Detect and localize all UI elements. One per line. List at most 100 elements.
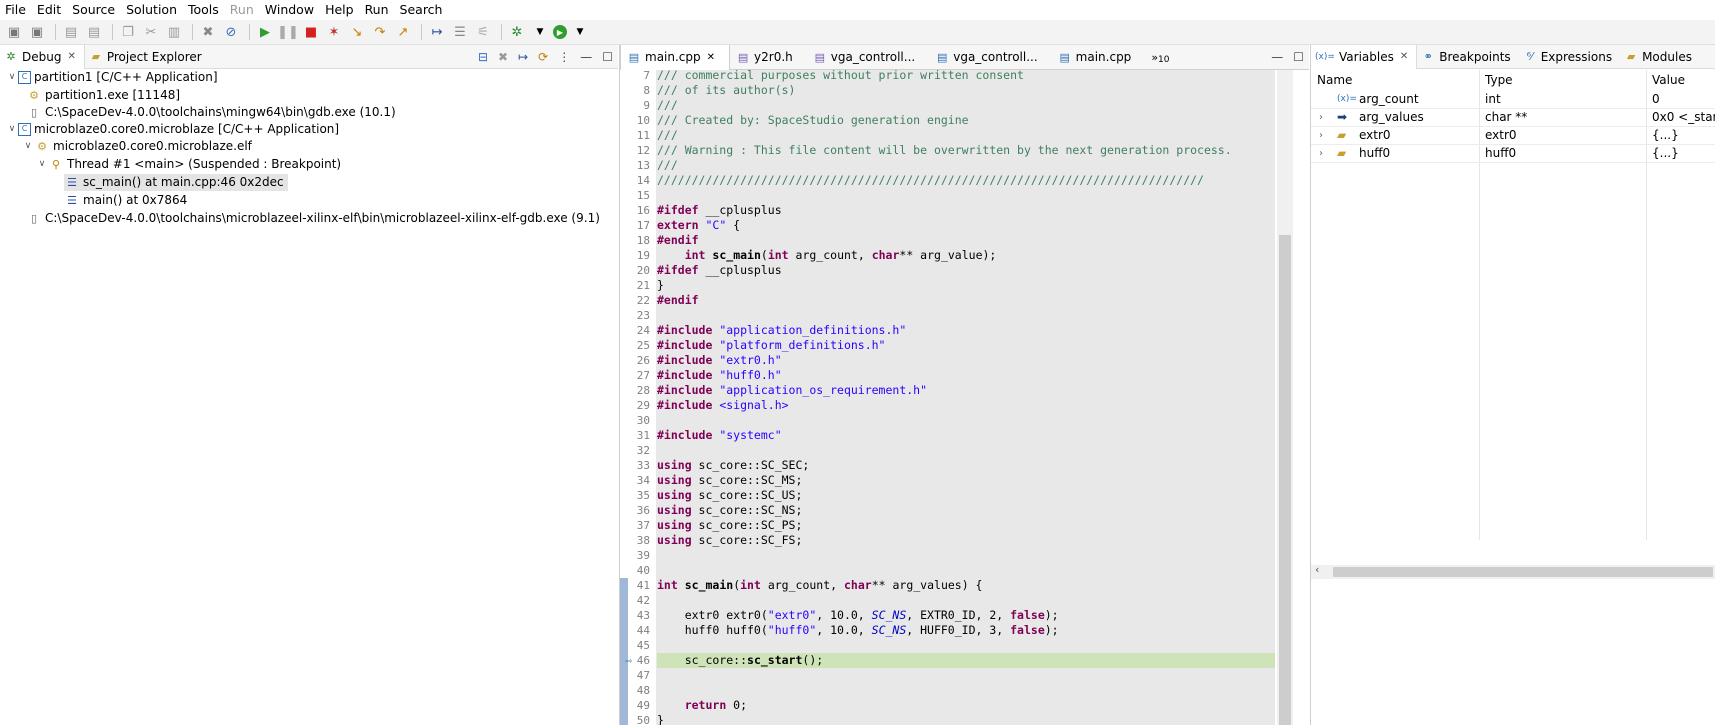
close-icon[interactable]: ✕ <box>707 52 715 63</box>
view-menu-icon[interactable]: ⋮ <box>558 50 570 64</box>
tab-y2r0-h[interactable]: ▤ y2r0.h <box>730 45 807 70</box>
code-area[interactable]: 7 8 9 10 11 12 13 14 15 16 17 18 19 20 21 22 23 24 25 26 27 2… <box>620 70 1275 725</box>
chevron-right-icon[interactable]: › <box>1319 145 1323 162</box>
tree-item-frame-sc-main[interactable]: ☰ sc_main() at main.cpp:46 0x2dec <box>64 174 288 191</box>
code-line[interactable]: #endif <box>657 293 699 308</box>
save-icon[interactable]: ▤ <box>61 22 81 42</box>
terminate-icon[interactable]: ■ <box>301 22 321 42</box>
code-line[interactable]: using sc_core::SC_US; <box>657 488 802 503</box>
debug-bug-icon[interactable]: ✲ <box>507 22 527 42</box>
menu-search[interactable]: Search <box>395 0 449 20</box>
suspend-icon[interactable]: ❚❚ <box>277 22 299 42</box>
link-icon[interactable]: ⟳ <box>538 50 548 64</box>
launch-config-icon[interactable]: ▣ <box>4 22 24 42</box>
disconnect-icon[interactable]: ✶ <box>324 22 344 42</box>
code-line[interactable]: /// Created by: SpaceStudio generation e… <box>657 113 969 128</box>
code-line[interactable]: int sc_main(int arg_count, char** arg_va… <box>657 578 982 593</box>
scrollbar-thumb[interactable] <box>1333 567 1713 577</box>
code-line[interactable]: ////////////////////////////////////////… <box>657 173 1204 188</box>
tab-overflow[interactable]: » 10 <box>1145 45 1183 70</box>
code-line[interactable]: #include "platform_definitions.h" <box>657 338 885 353</box>
remove-all-icon[interactable]: ✖ <box>498 50 508 64</box>
menu-run-disabled[interactable]: Run <box>225 0 260 20</box>
cut-icon[interactable]: ✂ <box>141 22 161 42</box>
menu-window[interactable]: Window <box>260 0 320 20</box>
code-line[interactable]: #endif <box>657 233 699 248</box>
step-filter-icon[interactable]: ↦ <box>518 50 528 64</box>
maximize-icon[interactable]: ☐ <box>602 50 613 64</box>
code-line[interactable]: using sc_core::SC_NS; <box>657 503 802 518</box>
menu-file[interactable]: File <box>0 0 32 20</box>
chevron-down-icon[interactable]: ∨ <box>36 156 48 173</box>
save-all-icon[interactable]: ▤ <box>84 22 104 42</box>
table-row[interactable]: (x)= arg_count int 0 <box>1311 91 1715 109</box>
resume-icon[interactable]: ▶ <box>255 22 275 42</box>
tab-main-cpp[interactable]: ▤ main.cpp ✕ <box>620 44 731 70</box>
run-icon[interactable]: ▶ <box>553 25 567 39</box>
skip-breakpoints-icon[interactable]: ⊘ <box>221 22 241 42</box>
menu-edit[interactable]: Edit <box>32 0 67 20</box>
tree-item-gdb[interactable]: ▯ C:\SpaceDev-4.0.0\toolchains\mingw64\b… <box>26 104 396 121</box>
menu-help[interactable]: Help <box>320 0 360 20</box>
step-over-icon[interactable]: ↷ <box>370 22 390 42</box>
code-line[interactable]: #include "systemc" <box>657 428 782 443</box>
collapse-all-icon[interactable]: ⊟ <box>478 50 488 64</box>
code-line[interactable]: return 0; <box>657 698 747 713</box>
close-icon[interactable]: ✕ <box>1400 51 1408 62</box>
table-row[interactable]: › ➡ arg_values char ** 0x0 <_start> <box>1311 109 1715 127</box>
tab-debug[interactable]: ✲ Debug ✕ <box>0 44 85 69</box>
tree-item-microblaze[interactable]: ∨ C microblaze0.core0.microblaze [C/C++ … <box>6 121 339 138</box>
tree-item-gdb-microblaze[interactable]: ▯ C:\SpaceDev-4.0.0\toolchains\microblaz… <box>26 210 600 227</box>
code-line[interactable]: sc_core::sc_start(); <box>657 653 1275 668</box>
tab-project-explorer[interactable]: ▰ Project Explorer <box>85 45 210 69</box>
code-line[interactable]: #ifdef __cplusplus <box>657 203 782 218</box>
list-icon[interactable]: ☰ <box>450 22 470 42</box>
tree-item-frame-main[interactable]: ☰ main() at 0x7864 <box>64 192 187 209</box>
menu-run[interactable]: Run <box>360 0 395 20</box>
tree-item-partition1[interactable]: ∨ C partition1 [C/C++ Application] <box>6 69 218 86</box>
column-header-type[interactable]: Type <box>1485 70 1513 90</box>
code-line[interactable]: } <box>657 278 664 293</box>
maximize-icon[interactable]: ☐ <box>1293 50 1304 64</box>
tab-main-cpp-2[interactable]: ▤ main.cpp <box>1052 45 1146 70</box>
step-into-icon[interactable]: ↘ <box>347 22 367 42</box>
debug-config-icon[interactable]: ▣ <box>27 22 47 42</box>
close-icon[interactable]: ✕ <box>67 51 75 62</box>
code-line[interactable]: extr0 extr0("extr0", 10.0, SC_NS, EXTR0_… <box>657 608 1059 623</box>
tab-breakpoints[interactable]: ⚭ Breakpoints <box>1417 45 1518 69</box>
code-line[interactable]: /// of its author(s) <box>657 83 795 98</box>
tree-item-elf[interactable]: ∨ ⚙ microblaze0.core0.microblaze.elf <box>22 138 252 155</box>
code-line[interactable]: /// <box>657 158 678 173</box>
code-line[interactable]: #include "extr0.h" <box>657 353 782 368</box>
paste-icon[interactable]: ▥ <box>164 22 184 42</box>
chevron-down-icon[interactable]: ∨ <box>22 138 34 155</box>
code-line[interactable]: /// <box>657 98 678 113</box>
code-line[interactable]: extern "C" { <box>657 218 740 233</box>
chevron-right-icon[interactable]: › <box>1319 109 1323 126</box>
code-line[interactable]: /// <box>657 128 678 143</box>
scroll-left-icon[interactable]: ‹ <box>1315 563 1319 576</box>
code-line[interactable]: using sc_core::SC_FS; <box>657 533 802 548</box>
code-line[interactable]: #include "huff0.h" <box>657 368 782 383</box>
code-line[interactable]: } <box>657 713 664 725</box>
code-line[interactable]: /// commercial purposes without prior wr… <box>657 70 1024 83</box>
minimize-icon[interactable]: — <box>580 50 592 64</box>
code-line[interactable]: #include "application_definitions.h" <box>657 323 906 338</box>
column-header-value[interactable]: Value <box>1652 70 1685 90</box>
chevron-down-icon[interactable]: ∨ <box>6 121 18 138</box>
table-row[interactable]: › ▰ huff0 huff0 {...} <box>1311 145 1715 163</box>
tree-item-process[interactable]: ⚙ partition1.exe [11148] <box>26 87 180 104</box>
tab-vga-controller-1[interactable]: ▤ vga_controll... <box>807 45 929 70</box>
run-dropdown-icon[interactable]: ▼ <box>570 22 590 42</box>
minimize-icon[interactable]: — <box>1271 50 1283 64</box>
code-line[interactable]: #ifdef __cplusplus <box>657 263 782 278</box>
menu-tools[interactable]: Tools <box>183 0 225 20</box>
chevron-down-icon[interactable]: ∨ <box>6 69 18 86</box>
column-header-name[interactable]: Name <box>1317 70 1352 90</box>
tab-expressions[interactable]: ⁶⁄ Expressions <box>1519 45 1620 69</box>
tab-modules[interactable]: ▰ Modules <box>1620 45 1700 69</box>
table-row[interactable]: › ▰ extr0 extr0 {...} <box>1311 127 1715 145</box>
copy-icon[interactable]: ❐ <box>118 22 138 42</box>
code-line[interactable]: #include <signal.h> <box>657 398 789 413</box>
tree-item-thread[interactable]: ∨ ⚲ Thread #1 <main> (Suspended : Breakp… <box>36 156 341 173</box>
